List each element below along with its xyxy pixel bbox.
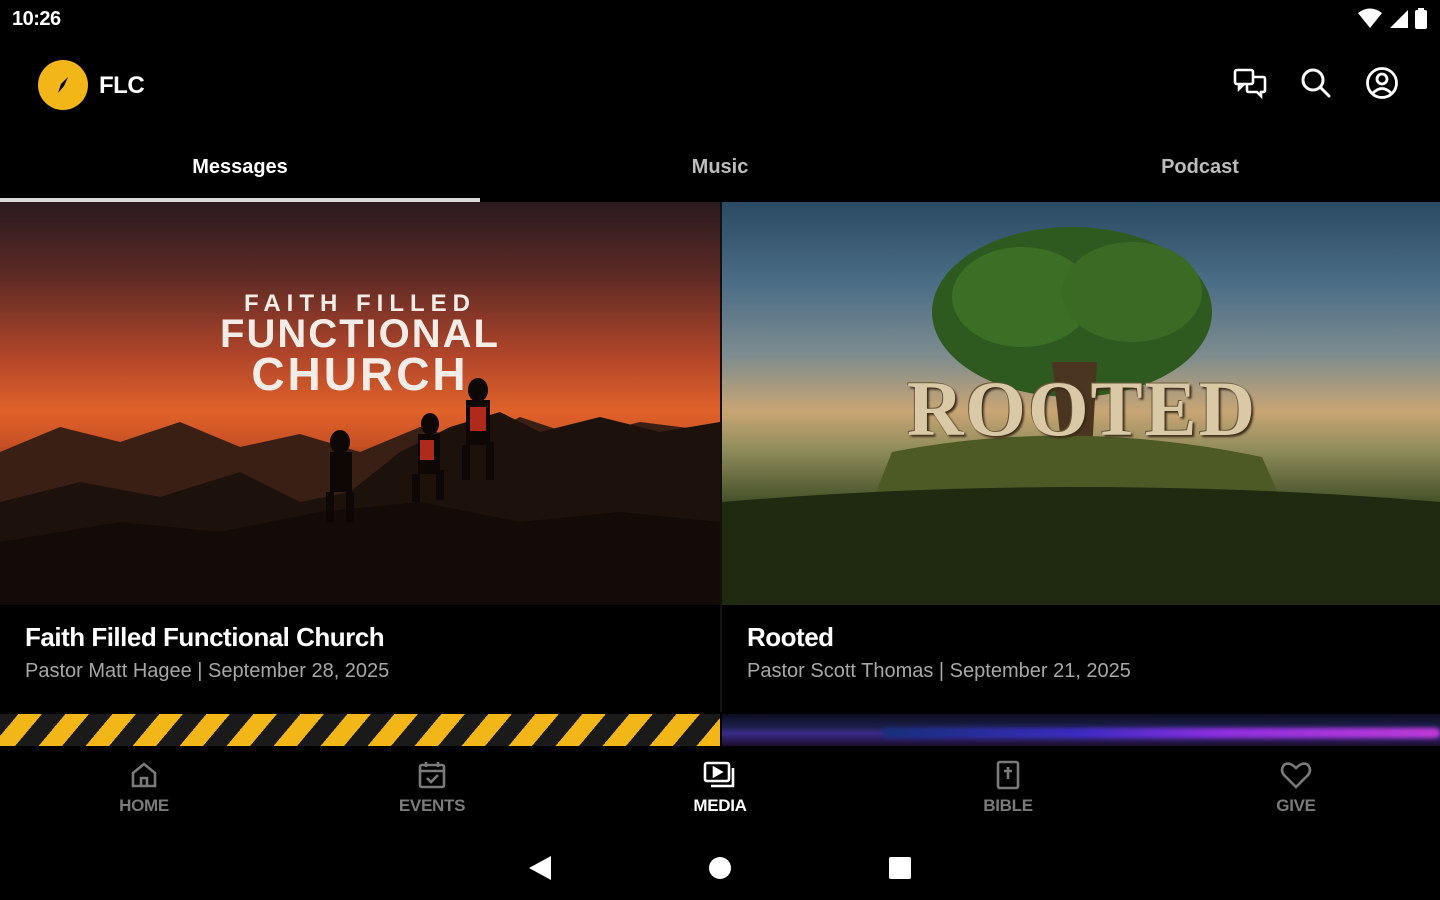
media-icon <box>703 758 737 792</box>
bible-icon <box>991 758 1025 792</box>
home-icon <box>127 758 161 792</box>
nav-events[interactable]: EVENTS <box>288 746 576 836</box>
nav-label: EVENTS <box>398 796 466 815</box>
app-logo[interactable] <box>38 60 88 110</box>
message-card[interactable]: ROOTED Rooted Pastor Scott Thomas | Sept… <box>720 202 1440 712</box>
next-card-thumbnail[interactable] <box>0 714 720 746</box>
home-circle-icon[interactable] <box>700 848 740 888</box>
signal-icon <box>1388 8 1408 35</box>
appbar-actions <box>1232 65 1400 101</box>
tab-label: Messages <box>192 156 288 178</box>
nav-label: HOME <box>119 796 169 815</box>
nav-give[interactable]: GIVE <box>1152 746 1440 836</box>
chat-icon[interactable] <box>1232 65 1268 101</box>
system-navigation <box>0 836 1440 900</box>
message-subtitle: Pastor Scott Thomas | September 21, 2025 <box>747 660 1131 682</box>
tab-label: Music <box>691 156 749 178</box>
message-cards: FAITH FILLED FUNCTIONAL CHURCH Faith Fil… <box>0 202 1440 712</box>
account-icon[interactable] <box>1364 65 1400 101</box>
nav-home[interactable]: HOME <box>0 746 288 836</box>
heart-icon <box>1279 758 1313 792</box>
status-time: 10:26 <box>12 8 61 30</box>
message-thumbnail: ROOTED <box>722 202 1440 605</box>
message-title: Rooted <box>747 622 834 652</box>
calendar-icon <box>415 758 449 792</box>
status-bar: 10:26 <box>0 0 1440 40</box>
message-title: Faith Filled Functional Church <box>25 622 385 652</box>
nav-label: GIVE <box>1276 796 1316 815</box>
message-card[interactable]: FAITH FILLED FUNCTIONAL CHURCH Faith Fil… <box>0 202 720 712</box>
battery-icon <box>1414 8 1428 35</box>
nav-bible[interactable]: BIBLE <box>864 746 1152 836</box>
tab-music[interactable]: Music <box>480 140 960 202</box>
tab-label: Podcast <box>1161 156 1239 178</box>
wifi-icon <box>1358 8 1382 35</box>
tab-podcast[interactable]: Podcast <box>960 140 1440 202</box>
tab-messages[interactable]: Messages <box>0 140 480 202</box>
search-icon[interactable] <box>1298 65 1334 101</box>
next-card-thumbnail[interactable] <box>722 714 1440 746</box>
mountain-hikers-artwork <box>0 378 720 605</box>
nav-label: MEDIA <box>693 796 747 815</box>
artwork-line: ROOTED <box>906 365 1258 452</box>
app-title: FLC <box>99 72 145 99</box>
compass-icon <box>58 77 68 93</box>
message-subtitle: Pastor Matt Hagee | September 28, 2025 <box>25 660 390 682</box>
message-thumbnail: FAITH FILLED FUNCTIONAL CHURCH <box>0 202 720 605</box>
media-tabs: Messages Music Podcast <box>0 140 1440 202</box>
app-bar: FLC <box>0 50 1440 120</box>
artwork-line: CHURCH <box>251 348 469 400</box>
nav-label: BIBLE <box>983 796 1033 815</box>
bottom-navigation: HOME EVENTS MEDIA BIBLE GIVE <box>0 746 1440 836</box>
recents-icon[interactable] <box>880 848 920 888</box>
status-icons <box>1358 8 1428 35</box>
nav-media[interactable]: MEDIA <box>576 746 864 836</box>
back-icon[interactable] <box>520 848 560 888</box>
